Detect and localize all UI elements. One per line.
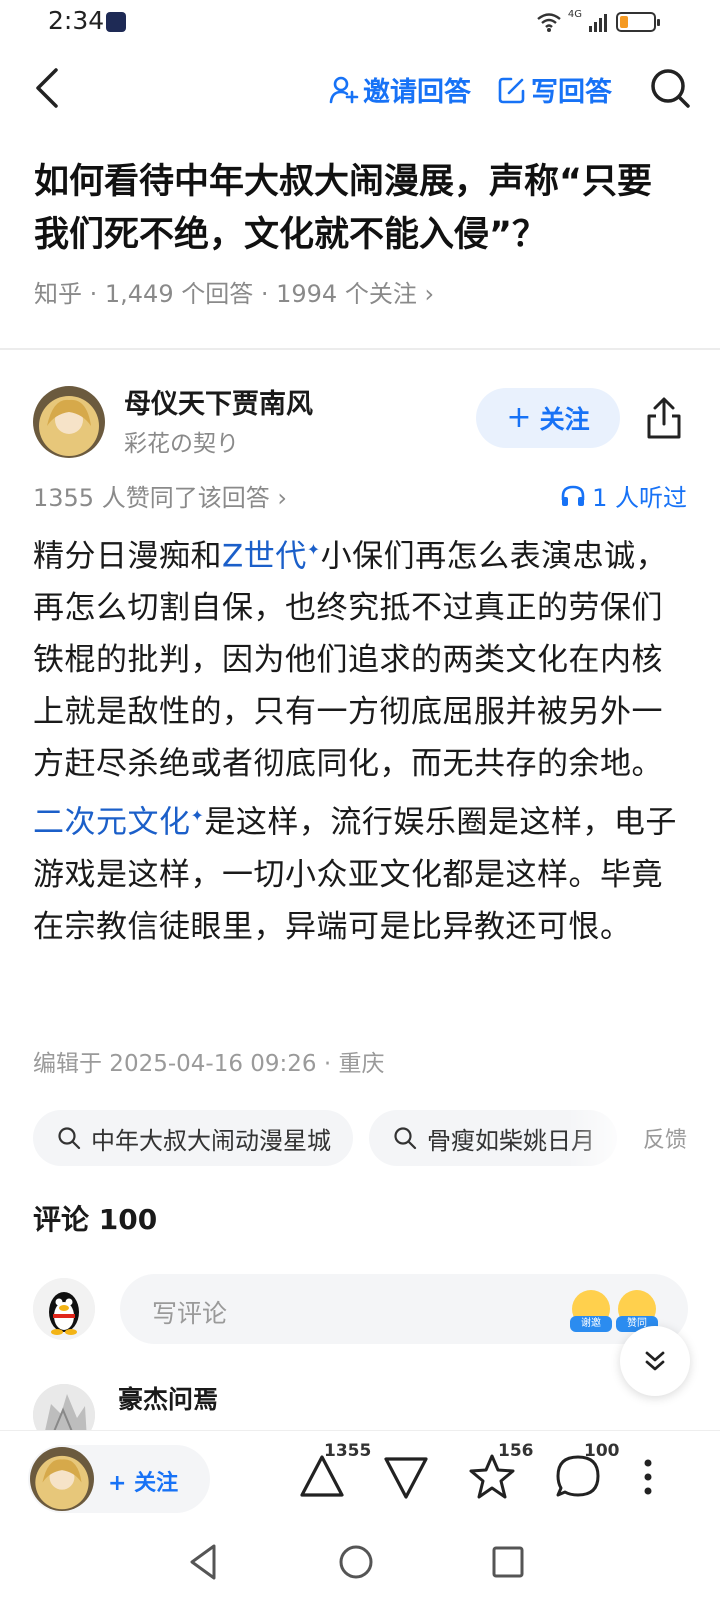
comment-header: 评论 100 (33, 1203, 158, 1236)
wifi-icon (537, 13, 561, 32)
related-search-label: 中年大叔大闹动漫星城 (91, 1126, 331, 1155)
share-button[interactable] (644, 396, 684, 440)
edit-icon (498, 77, 525, 103)
headphones-icon (561, 485, 585, 506)
signal-icon (589, 14, 607, 32)
listen-info[interactable]: 1 人听过 (560, 478, 687, 513)
top-nav: 邀请回答 写回答 (0, 56, 720, 120)
system-home-button[interactable] (336, 1542, 376, 1582)
bottom-follow-button[interactable]: + 关注 (28, 1445, 210, 1513)
comment-count: 100 (584, 1441, 620, 1461)
commenter-name[interactable]: 豪杰问焉 (118, 1380, 218, 1416)
system-recents-button[interactable] (490, 1544, 526, 1580)
keyword-link-marker: ✦ (190, 806, 205, 826)
status-icons: 4G (536, 8, 660, 36)
system-back-button[interactable] (186, 1542, 220, 1582)
keyword-link[interactable]: 二次元文化 (33, 805, 191, 841)
edit-info: 编辑于 2025-04-16 09:26 · 重庆 (33, 1051, 385, 1077)
answer-text: 小保们再怎么表演忠诚，再怎么切割自保，也终究抵不过真正的劳保们铁棍的批判，因为他… (33, 538, 668, 783)
feedback-button[interactable]: 反馈 (567, 1110, 687, 1166)
listen-count-label: 1 人听过 (592, 484, 687, 512)
battery-tip (657, 19, 660, 26)
nav-actions: 邀请回答 写回答 (329, 70, 612, 109)
question-meta[interactable]: 知乎 · 1,449 个回答 · 1994 个关注 › (34, 274, 434, 309)
invite-answer-label: 邀请回答 (363, 77, 471, 108)
comment-placeholder: 写评论 (152, 1299, 228, 1328)
back-button[interactable] (28, 66, 68, 110)
downvote-button[interactable] (380, 1451, 432, 1503)
feedback-label: 反馈 (642, 1128, 687, 1153)
avatar-image (30, 1447, 94, 1511)
question-title[interactable]: 如何看待中年大叔大闹漫展，声称“只要我们死不绝，文化就不能入侵”？ (34, 156, 684, 262)
follow-button[interactable]: + 关注 (476, 388, 620, 448)
divider (0, 348, 720, 350)
search-icon (394, 1127, 417, 1150)
notification-app-icon (106, 12, 126, 32)
system-navigation-bar (0, 1530, 720, 1600)
author-bio: 彩花の契り (124, 431, 239, 457)
invite-answer-button[interactable]: 邀请回答 (329, 70, 471, 109)
scroll-down-button[interactable] (620, 1326, 690, 1396)
favorite-count: 156 (498, 1441, 534, 1461)
follow-label-text: 关注 (134, 1471, 179, 1496)
search-icon (58, 1127, 81, 1150)
related-search-chip[interactable]: 中年大叔大闹动漫星城 (33, 1110, 353, 1166)
thanks-emoji-label: 谢邀 (570, 1316, 612, 1332)
more-options-button[interactable] (630, 1451, 666, 1503)
plus-icon: + (506, 400, 532, 435)
bottom-follow-label: + 关注 (108, 1471, 179, 1496)
comment-input[interactable]: 写评论 谢邀 赞同 (120, 1274, 688, 1344)
bottom-action-bar: + 关注 1355 156 100 (0, 1430, 720, 1530)
status-bar: 2:34 4G (0, 0, 720, 44)
avatar-image (33, 386, 105, 458)
write-answer-label: 写回答 (531, 77, 612, 108)
author-name[interactable]: 母仪天下贾南风 (124, 382, 313, 421)
answer-body: 精分日漫痴和Z世代✦小保们再怎么表演忠诚，再怎么切割自保，也终究抵不过真正的劳保… (33, 524, 689, 953)
agree-emoji-button[interactable]: 赞同 (616, 1290, 658, 1332)
network-type-label: 4G (567, 8, 582, 20)
double-chevron-down-icon (645, 1351, 665, 1371)
bottom-author-avatar (30, 1447, 94, 1511)
answer-text: 精分日漫痴和 (33, 538, 222, 575)
write-answer-button[interactable]: 写回答 (497, 70, 612, 109)
search-button[interactable] (648, 66, 692, 110)
vote-summary[interactable]: 1355 人赞同了该回答 › (33, 478, 287, 513)
upvote-count: 1355 (324, 1441, 372, 1461)
penguin-avatar-icon (33, 1278, 95, 1340)
author-avatar[interactable] (33, 386, 105, 458)
invite-user-icon (329, 76, 359, 103)
follow-label: 关注 (539, 405, 590, 434)
keyword-link[interactable]: Z世代 (222, 538, 307, 574)
status-time: 2:34 (48, 6, 105, 35)
battery-icon (616, 12, 660, 32)
my-avatar (33, 1278, 95, 1340)
thanks-emoji-button[interactable]: 谢邀 (570, 1290, 612, 1332)
battery-fill (620, 16, 628, 28)
keyword-link-marker: ✦ (306, 540, 321, 559)
